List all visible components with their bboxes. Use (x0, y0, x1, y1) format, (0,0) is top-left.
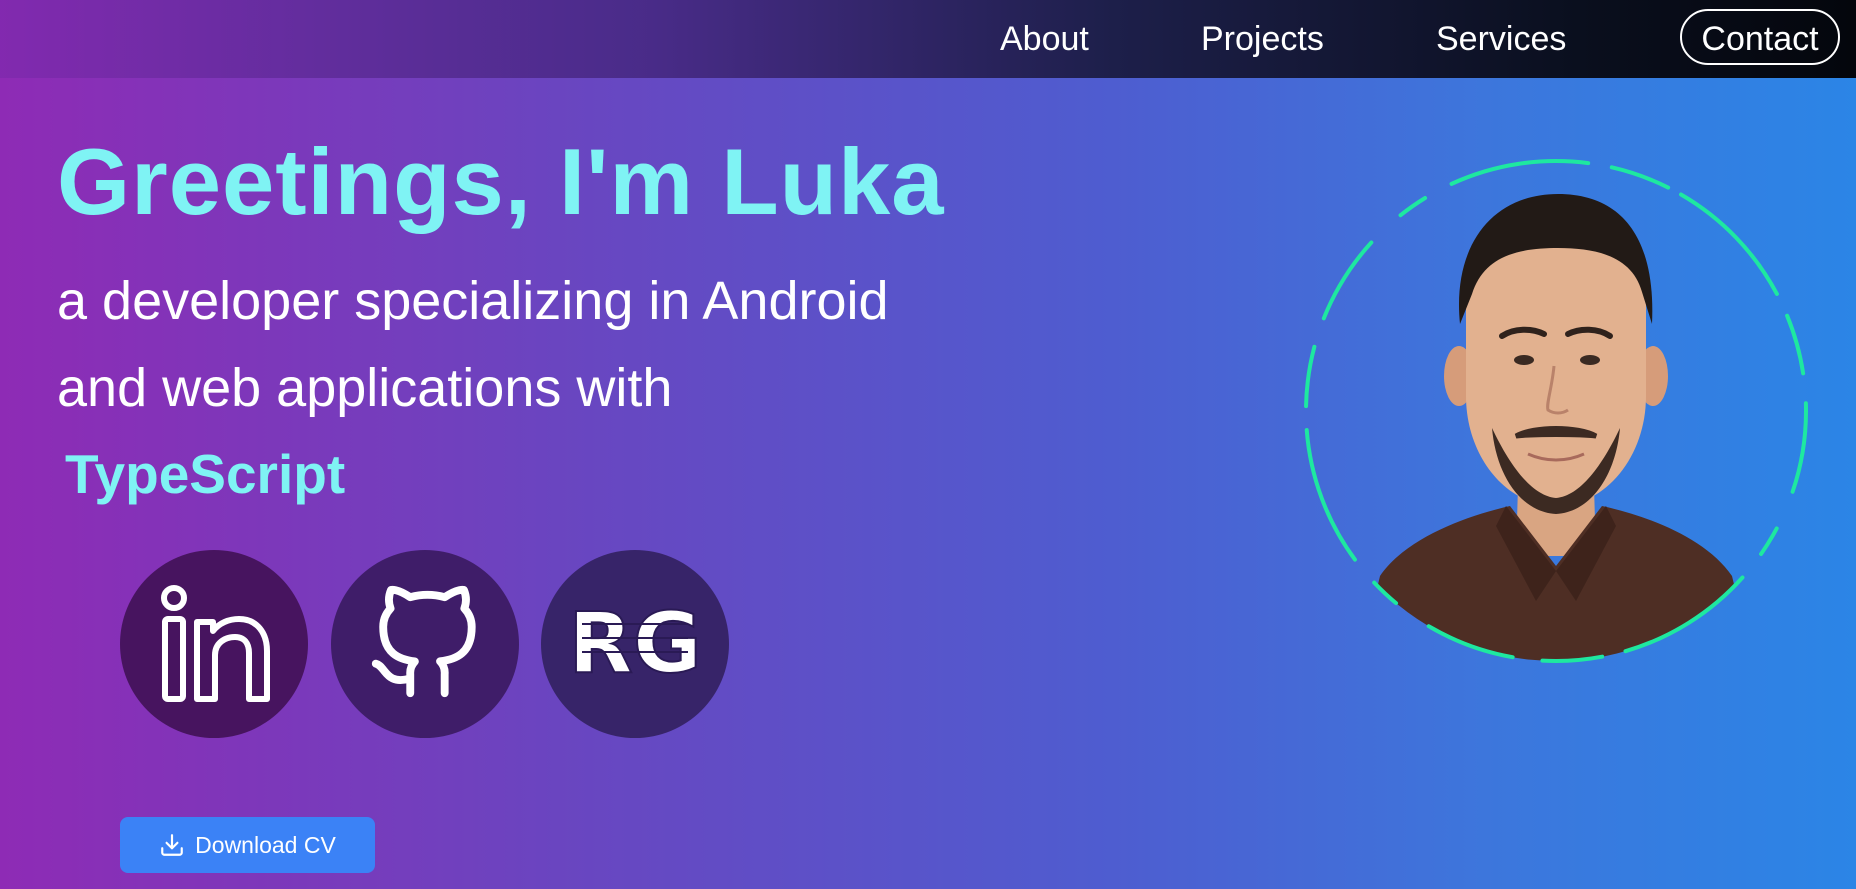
github-icon (371, 585, 476, 698)
profile-photo (1296, 156, 1816, 676)
github-link[interactable] (331, 550, 519, 738)
linkedin-icon (161, 585, 270, 702)
hero-subline-2: and web applications with (57, 358, 673, 418)
hero-headline: Greetings, I'm Luka (57, 129, 945, 234)
svg-text:RG: RG (570, 594, 700, 692)
hero-subline-1: a developer specializing in Android (57, 271, 889, 331)
nav-projects-link[interactable]: Projects (1201, 0, 1324, 78)
person-portrait (1356, 194, 1756, 661)
download-cv-button[interactable]: Download CV (120, 817, 375, 873)
nav-about-link[interactable]: About (1000, 0, 1089, 78)
download-cv-label: Download CV (195, 831, 336, 858)
top-navbar: About Projects Services Contact (0, 0, 1856, 78)
linkedin-link[interactable] (120, 550, 308, 738)
hero-typed-word: TypeScript (65, 443, 346, 505)
download-icon (161, 834, 184, 856)
researchgate-icon: RG (570, 594, 700, 693)
researchgate-link[interactable]: RG (541, 550, 729, 738)
nav-services-link[interactable]: Services (1436, 0, 1566, 78)
nav-contact-button[interactable]: Contact (1680, 9, 1840, 65)
